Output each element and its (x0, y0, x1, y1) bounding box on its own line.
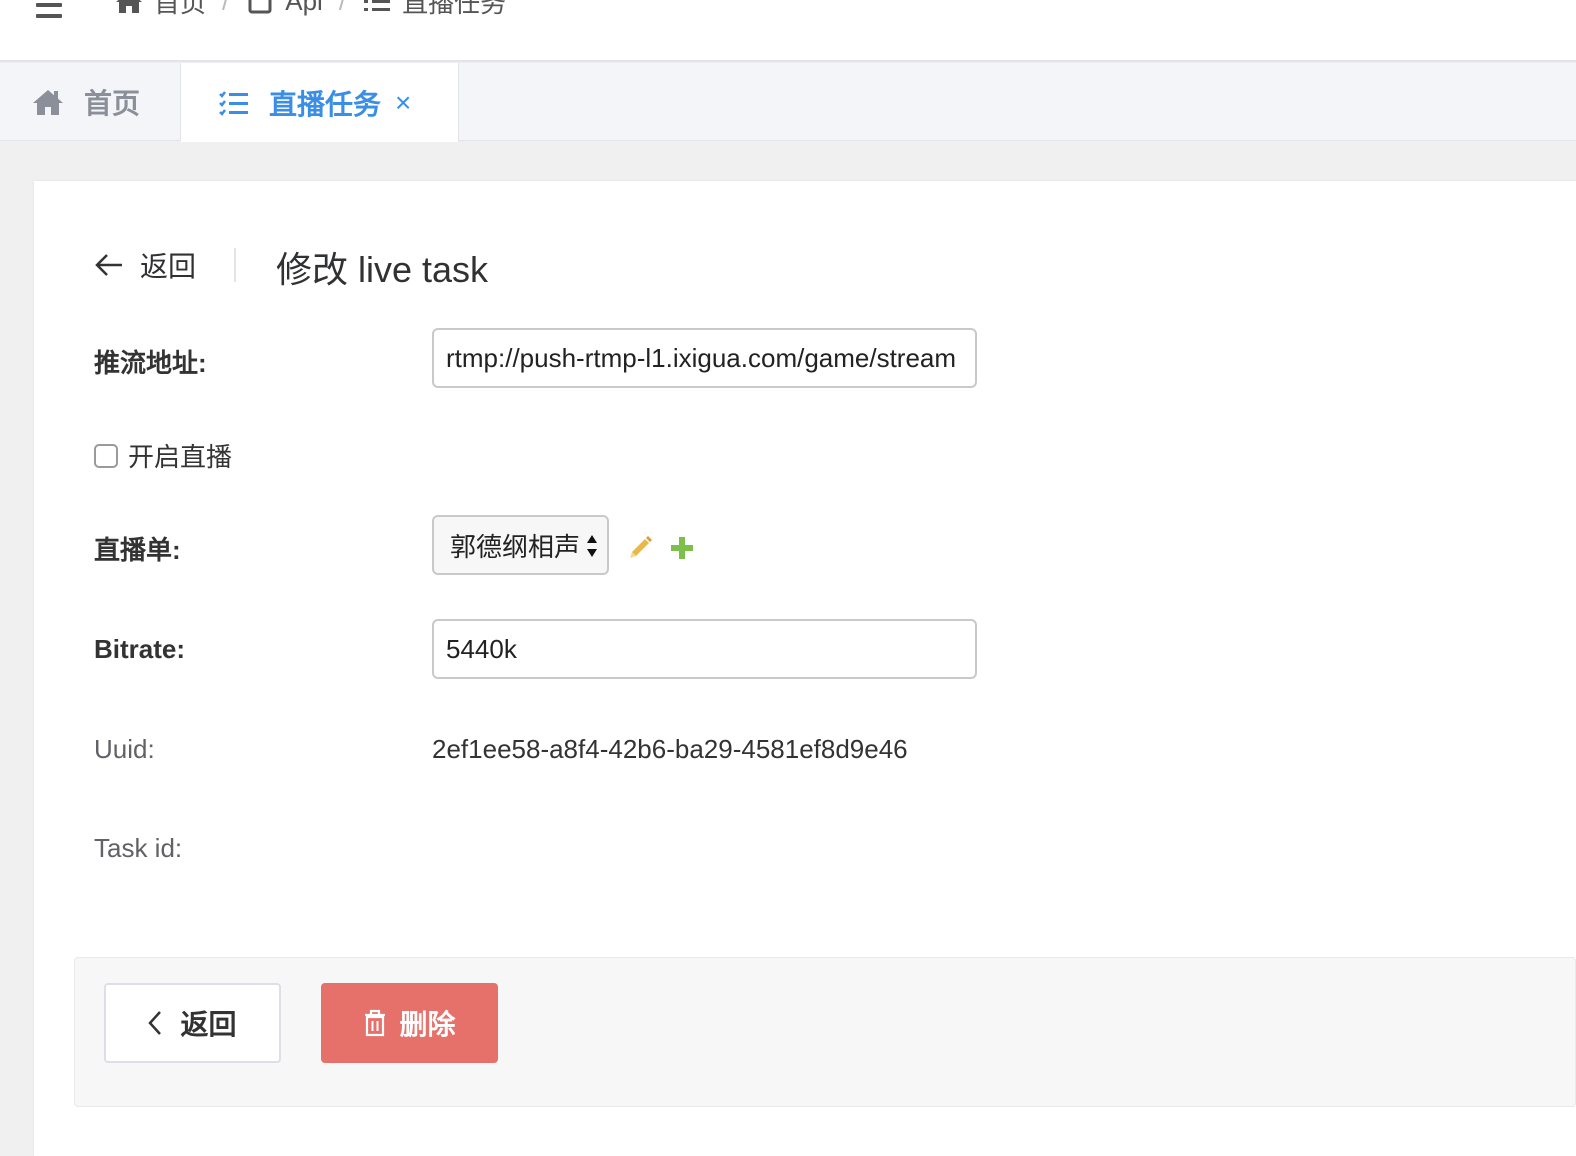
page-title: 修改 live task (276, 249, 489, 290)
home-icon (116, 0, 142, 13)
breadcrumb-separator: / (338, 0, 347, 16)
select-arrows-icon (587, 535, 597, 557)
menu-toggle-icon[interactable] (36, 0, 64, 18)
breadcrumb-item-home[interactable]: 首页 (114, 0, 206, 20)
breadcrumb-label: Api (285, 0, 323, 16)
bitrate-label: Bitrate: (94, 634, 186, 664)
push-url-input[interactable] (432, 328, 977, 388)
uuid-label: Uuid: (94, 734, 155, 764)
uuid-value: 2ef1ee58-a8f4-42b6-ba29-4581ef8d9e46 (432, 734, 908, 764)
tab-label: 首页 (84, 88, 141, 119)
back-link-label: 返回 (140, 251, 197, 282)
breadcrumb-label: 首页 (154, 0, 207, 18)
list-check-icon (219, 90, 248, 116)
task-id-label: Task id: (94, 833, 183, 863)
playlist-label: 直播单: (94, 535, 181, 565)
delete-button-label: 删除 (399, 1009, 456, 1040)
file-icon (248, 0, 272, 14)
edit-card: 返回 修改 live task 推流地址: 开启直播 直播单: 郭德纲相声 Bi… (34, 181, 1576, 1156)
bitrate-input[interactable] (432, 619, 977, 679)
breadcrumb: 首页 / Api / 直播任务 (114, 0, 506, 18)
chevron-left-icon (148, 1011, 162, 1035)
enable-live-checkbox[interactable] (94, 443, 118, 468)
back-button-label: 返回 (180, 1009, 237, 1040)
title-divider (234, 248, 236, 282)
edit-pencil-icon[interactable] (628, 534, 654, 560)
enable-live-checkbox-row[interactable]: 开启直播 (94, 437, 232, 474)
breadcrumb-item-live-task: 直播任务 (362, 0, 506, 20)
enable-live-label: 开启直播 (128, 442, 233, 472)
playlist-selected-value: 郭德纲相声 (450, 531, 581, 562)
tab-strip: 首页 直播任务 × (0, 63, 1576, 142)
push-url-label: 推流地址: (94, 348, 207, 378)
breadcrumb-separator: / (222, 0, 230, 16)
top-header: 首页 / Api / 直播任务 (0, 0, 1576, 62)
form-actions: 返回 删除 (74, 957, 1576, 1107)
trash-icon (365, 1009, 386, 1037)
breadcrumb-item-api[interactable]: Api (245, 0, 323, 17)
back-link[interactable]: 返回 (94, 245, 196, 285)
list-icon (364, 0, 391, 11)
playlist-select[interactable]: 郭德纲相声 (432, 515, 609, 575)
tab-live-task[interactable]: 直播任务 × (181, 63, 459, 142)
home-icon (33, 90, 63, 115)
tab-home[interactable]: 首页 (0, 63, 181, 141)
delete-button[interactable]: 删除 (321, 983, 498, 1063)
breadcrumb-label: 直播任务 (402, 0, 507, 18)
close-tab-icon[interactable]: × (395, 87, 411, 119)
arrow-left-icon (95, 254, 122, 276)
back-button[interactable]: 返回 (104, 983, 281, 1063)
add-plus-icon[interactable] (670, 536, 694, 560)
tab-label: 直播任务 (269, 88, 382, 120)
